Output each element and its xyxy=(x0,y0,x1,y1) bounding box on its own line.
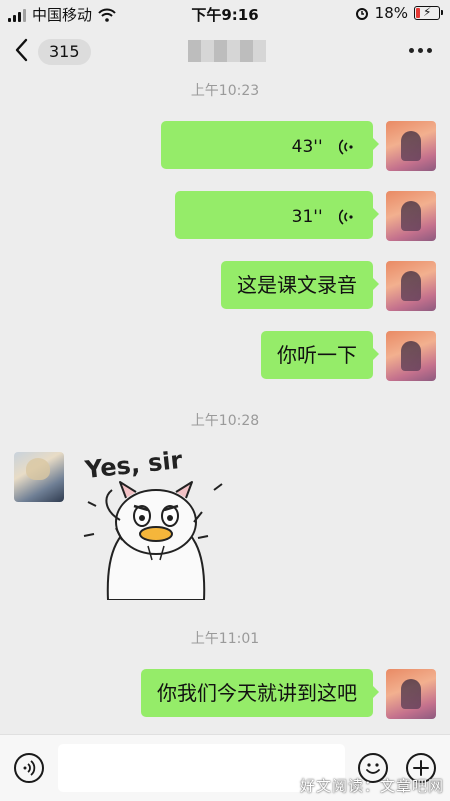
my-avatar[interactable] xyxy=(386,331,436,381)
status-bar: 中国移动 下午9:16 18% ⚡ xyxy=(0,0,450,28)
text-message[interactable]: 你听一下 xyxy=(261,331,379,379)
chevron-left-icon xyxy=(15,38,28,62)
timestamp: 上午10:23 xyxy=(190,83,260,99)
voice-wave-icon xyxy=(339,138,353,155)
more-dots-icon xyxy=(409,48,414,53)
sticker-caption: Yes, sir xyxy=(83,450,184,484)
my-avatar[interactable] xyxy=(386,261,436,311)
voice-message[interactable]: 31'' xyxy=(175,191,379,239)
chat-header: 315 xyxy=(0,28,450,74)
battery-icon: ⚡ xyxy=(414,5,443,20)
my-avatar[interactable] xyxy=(386,669,436,719)
alarm-icon xyxy=(355,8,368,20)
battery-percent: 18% xyxy=(374,4,408,22)
unread-count-badge[interactable]: 315 xyxy=(38,39,91,65)
contact-avatar[interactable] xyxy=(14,452,64,502)
voice-duration: 31'' xyxy=(291,207,323,227)
back-button[interactable] xyxy=(14,38,36,62)
my-avatar[interactable] xyxy=(386,191,436,241)
chat-title-blurred xyxy=(188,40,266,62)
voice-wave-icon xyxy=(339,208,353,225)
watermark-text: 好文阅读：文章吧网 xyxy=(299,777,444,795)
voice-input-icon xyxy=(23,760,36,776)
yes-sir-duck-sticker[interactable]: Yes, sir xyxy=(76,450,236,600)
text-message[interactable]: 你我们今天就讲到这吧 xyxy=(141,669,379,717)
voice-duration: 43'' xyxy=(291,137,323,157)
my-avatar[interactable] xyxy=(386,121,436,171)
timestamp: 上午10:28 xyxy=(190,413,260,429)
voice-message[interactable]: 43'' xyxy=(161,121,379,169)
voice-input-button[interactable] xyxy=(14,753,44,783)
timestamp: 上午11:01 xyxy=(190,631,260,647)
more-options-button[interactable] xyxy=(409,48,432,53)
text-message[interactable]: 这是课文录音 xyxy=(221,261,379,309)
